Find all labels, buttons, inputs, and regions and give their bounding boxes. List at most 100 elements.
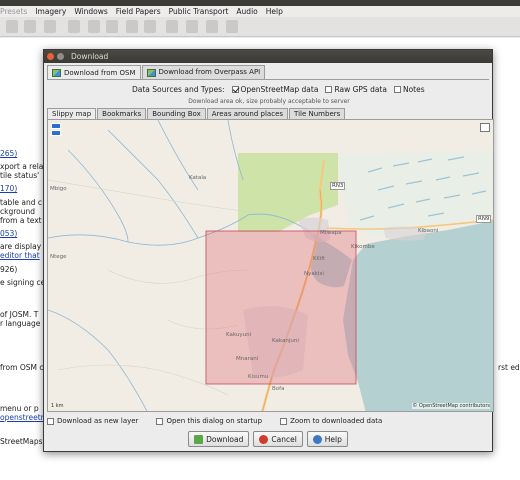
toolbar-icon[interactable] <box>106 20 118 33</box>
checkbox-checked-icon[interactable] <box>231 85 239 93</box>
tab-slippy-map[interactable]: Slippy map <box>47 108 97 119</box>
bg-text-line: tile status' <box>0 171 40 180</box>
map-label: Nyakisi <box>304 271 324 277</box>
bg-text-line: e signing ce <box>0 278 46 287</box>
tab-bookmarks[interactable]: Bookmarks <box>97 108 147 119</box>
bg-text-line: StreetMaps <box>0 437 43 446</box>
toolbar-icon[interactable] <box>186 20 198 33</box>
road-shield: RN9 <box>476 215 492 223</box>
help-button[interactable]: Help <box>306 431 348 447</box>
checkbox-label: Open this dialog on startup <box>166 417 263 425</box>
cancel-button[interactable]: Cancel <box>253 431 303 447</box>
selected-download-area[interactable] <box>205 230 357 385</box>
main-menubar: Presets Imagery Windows Field Papers Pub… <box>0 6 520 17</box>
zoom-out-icon[interactable] <box>51 130 61 136</box>
dialog-button-row: Download Cancel Help <box>44 431 492 447</box>
dialog-titlebar[interactable]: Download <box>44 50 492 63</box>
menu-audio[interactable]: Audio <box>236 6 257 17</box>
download-dialog: Download Download from OSM Download from… <box>43 49 494 452</box>
map-label: Katala <box>189 175 207 181</box>
checkbox-label: OpenStreetMap data <box>240 84 319 94</box>
close-window-icon[interactable] <box>47 53 54 60</box>
checkbox-icon[interactable] <box>393 85 401 93</box>
bg-text-line: from a text <box>0 216 42 225</box>
bg-text-line: are display <box>0 242 42 251</box>
checkbox-icon[interactable] <box>280 417 288 425</box>
slippy-map[interactable]: Mbigo Katala RN3 RN9 Mtwapa Ntege Kilifi… <box>47 119 494 412</box>
toolbar-icon[interactable] <box>126 20 138 33</box>
notes-checkbox[interactable]: Notes <box>393 84 425 94</box>
map-label: Ntege <box>50 254 67 260</box>
checkbox-label: Zoom to downloaded data <box>290 417 383 425</box>
menu-presets[interactable]: Presets <box>0 6 27 17</box>
toolbar-download-icon[interactable] <box>6 20 18 33</box>
tab-download-from-overpass[interactable]: Download from Overpass API <box>141 65 266 79</box>
layer-switch-icon[interactable] <box>480 123 490 132</box>
bg-text-line[interactable]: editor that <box>0 251 40 260</box>
zoom-to-downloaded-checkbox[interactable]: Zoom to downloaded data <box>280 417 382 425</box>
download-map-icon <box>146 68 156 77</box>
map-label: Mnarani <box>236 356 259 362</box>
download-as-new-layer-checkbox[interactable]: Download as new layer <box>47 417 138 425</box>
data-sources-label: Data Sources and Types: <box>132 84 225 94</box>
map-label: Bofa <box>272 386 285 392</box>
tab-download-from-osm[interactable]: Download from OSM <box>47 65 141 80</box>
tab-bounding-box[interactable]: Bounding Box <box>147 108 206 119</box>
bg-text-line: table and c <box>0 198 42 207</box>
open-on-startup-checkbox[interactable]: Open this dialog on startup <box>156 417 262 425</box>
osm-data-checkbox[interactable]: OpenStreetMap data <box>231 84 319 94</box>
bg-text-line: rst edi <box>498 363 520 372</box>
map-attribution[interactable]: © OpenStreetMap contributors <box>412 403 490 409</box>
toolbar-icon[interactable] <box>226 20 238 33</box>
menu-help[interactable]: Help <box>266 6 283 17</box>
bg-text-line: from OSM c <box>0 363 44 372</box>
zoom-in-icon[interactable] <box>51 123 61 129</box>
checkbox-icon[interactable] <box>47 417 54 425</box>
checkbox-icon[interactable] <box>325 85 333 93</box>
tab-divider <box>47 79 489 80</box>
toolbar-icon[interactable] <box>166 20 178 33</box>
bg-text-line: of JOSM. T <box>0 310 39 319</box>
toolbar-bus-icon[interactable] <box>144 20 156 33</box>
tab-label: Download from OSM <box>64 68 136 77</box>
bg-text-line: xport a rela <box>0 162 44 171</box>
raw-gps-checkbox[interactable]: Raw GPS data <box>325 85 387 94</box>
menu-imagery[interactable]: Imagery <box>35 6 66 17</box>
tab-tile-numbers[interactable]: Tile Numbers <box>289 108 346 119</box>
area-selector-tabs: Slippy map Bookmarks Bounding Box Areas … <box>47 108 346 119</box>
toolbar-icon[interactable] <box>88 20 100 33</box>
toolbar-icon[interactable] <box>206 20 218 33</box>
map-label: Kisumu <box>248 374 269 380</box>
bg-text-line[interactable]: 265) <box>0 149 17 158</box>
main-toolbar <box>0 17 520 37</box>
download-map-icon <box>52 69 61 77</box>
bg-text-line[interactable]: 170) <box>0 184 17 193</box>
checkbox-label: Raw GPS data <box>334 84 387 94</box>
bg-text-line[interactable]: openstreetr <box>0 413 44 422</box>
map-canvas <box>48 120 493 411</box>
checkbox-label: Notes <box>402 84 425 94</box>
checkbox-icon[interactable] <box>156 417 164 425</box>
download-area-hint: Download area ok, size probably acceptab… <box>188 98 350 105</box>
bg-text-line: r language <box>0 319 41 328</box>
menu-windows[interactable]: Windows <box>74 6 107 17</box>
toolbar-icon[interactable] <box>68 20 80 33</box>
bg-text-line[interactable]: 053) <box>0 229 17 238</box>
minimize-window-icon[interactable] <box>57 53 64 60</box>
map-label: Kilifi <box>313 256 325 262</box>
tab-areas-around-places[interactable]: Areas around places <box>206 108 289 119</box>
tab-label: Download from Overpass API <box>158 68 261 76</box>
download-button[interactable]: Download <box>188 431 250 447</box>
bg-text-line: 926) <box>0 265 18 274</box>
data-sources-row: Data Sources and Types: OpenStreetMap da… <box>132 84 425 94</box>
zoom-control <box>51 123 61 137</box>
download-options-row: Download as new layer Open this dialog o… <box>47 416 400 426</box>
toolbar-upload-icon[interactable] <box>24 20 36 33</box>
toolbar-save-icon[interactable] <box>44 20 56 33</box>
bg-text-line: menu or p <box>0 404 39 413</box>
menu-field-papers[interactable]: Field Papers <box>116 6 161 17</box>
map-label: Mbigo <box>50 186 67 192</box>
menu-public-transport[interactable]: Public Transport <box>169 6 229 17</box>
map-label: Kakanjuni <box>272 338 299 344</box>
map-label: Kikombe <box>351 244 375 250</box>
